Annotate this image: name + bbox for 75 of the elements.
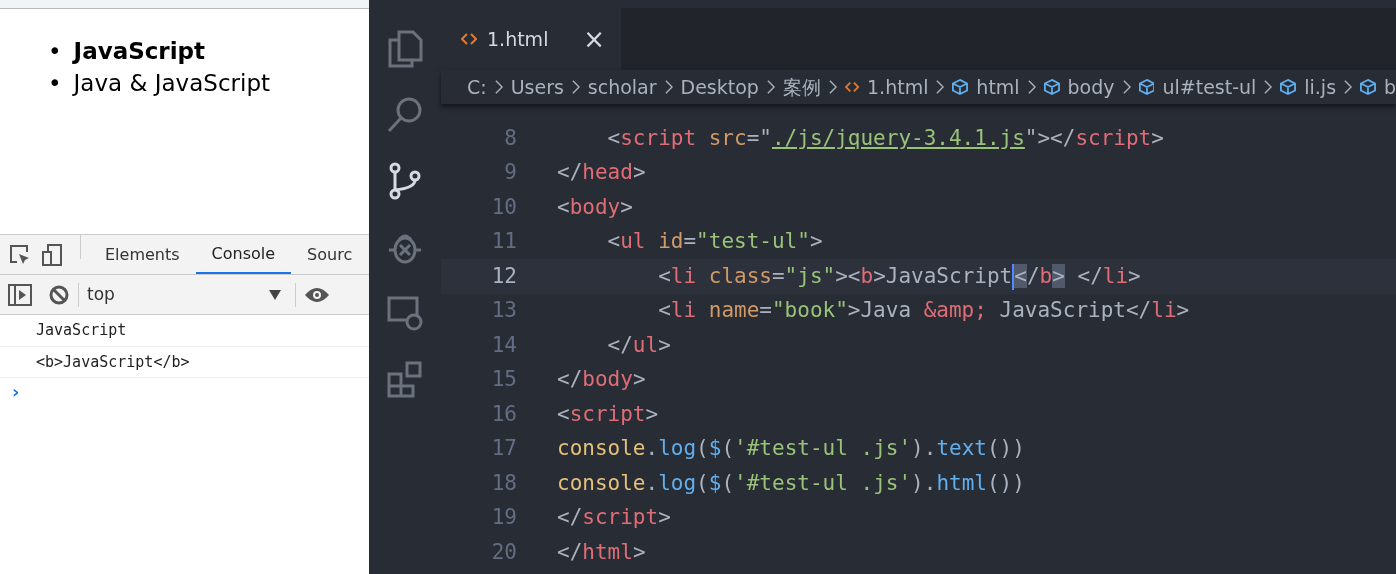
- remote-explorer-icon[interactable]: [387, 294, 423, 332]
- cube-icon: [1280, 78, 1297, 96]
- chevron-icon: [571, 79, 580, 95]
- code-line: </head>: [557, 159, 646, 186]
- line-number: 12: [490, 262, 517, 290]
- breadcrumb-item[interactable]: Desktop: [680, 72, 759, 102]
- code-line: </html>: [557, 538, 646, 566]
- eye-icon[interactable]: [304, 285, 330, 304]
- editor-tab[interactable]: 1.html ×: [441, 8, 621, 70]
- code-line: <ul id="test-ul">: [606, 228, 823, 255]
- code-file-icon: [461, 32, 477, 46]
- chevron-icon: [664, 79, 673, 95]
- chevron-icon: [494, 79, 503, 95]
- sidebar-toggle-icon[interactable]: [8, 283, 32, 306]
- code-line: <script src="./js/jquery-3.4.1.js"></script>: [606, 124, 1164, 152]
- console-prompt[interactable]: ›: [0, 378, 30, 405]
- line-number: 11: [490, 228, 517, 255]
- breadcrumb-item[interactable]: li.js: [1304, 72, 1337, 102]
- breadcrumb-item[interactable]: b: [1383, 72, 1396, 102]
- breadcrumb-item[interactable]: 案例: [782, 72, 821, 102]
- line-number: 14: [490, 331, 517, 359]
- dropdown-arrow-icon: [269, 289, 281, 300]
- code-line: console.log($('#test-ul .js').text()): [557, 435, 1025, 462]
- bullet: •: [48, 37, 62, 66]
- cube-icon: [1043, 78, 1060, 96]
- devtools-tab[interactable]: Sourc: [291, 235, 369, 274]
- code-line: </script>: [557, 504, 671, 531]
- console-output: <b>JavaScript</b>: [0, 346, 369, 378]
- devtools-tab[interactable]: Elements: [89, 235, 196, 274]
- chevron-icon: [766, 79, 775, 95]
- chevron-icon: [1264, 79, 1273, 95]
- code-line: <body>: [557, 193, 633, 221]
- line-number: 19: [490, 504, 517, 531]
- line-number: 10: [490, 193, 517, 221]
- console-output: JavaScript: [0, 315, 369, 347]
- line-number: 18: [490, 469, 517, 497]
- code-file-icon: [844, 80, 859, 94]
- search-icon[interactable]: [387, 96, 423, 134]
- files-icon[interactable]: [387, 30, 423, 68]
- line-number: 16: [490, 400, 517, 428]
- cube-icon: [1138, 78, 1155, 96]
- breadcrumb-item[interactable]: html: [976, 72, 1020, 102]
- code-line: <li name="book">Java &amp; JavaScript</li>: [657, 297, 1190, 324]
- line-number: 13: [490, 297, 517, 324]
- breadcrumb-item[interactable]: body: [1067, 72, 1115, 102]
- breadcrumb-item[interactable]: scholar: [587, 72, 657, 102]
- code-line: console.log($('#test-ul .js').html()): [557, 469, 1025, 497]
- clear-icon[interactable]: [48, 283, 70, 306]
- breadcrumb-item[interactable]: ul#test-ul: [1162, 72, 1257, 102]
- line-number: 8: [503, 124, 517, 152]
- bullet: •: [48, 69, 62, 98]
- line-number: 9: [503, 159, 517, 186]
- code-line: <li class="js"><b>JavaScript</b> </li>: [657, 262, 1141, 292]
- cube-icon: [952, 78, 969, 96]
- list-item: Java & JavaScript: [73, 69, 270, 98]
- cube-icon: [1360, 78, 1376, 96]
- line-number: 20: [490, 538, 517, 566]
- extensions-icon[interactable]: [387, 360, 423, 398]
- line-number: 15: [490, 366, 517, 393]
- chevron-icon: [1027, 79, 1036, 95]
- code-line: </ul>: [606, 331, 671, 359]
- chevron-icon: [1344, 79, 1352, 95]
- line-number: 17: [490, 435, 517, 462]
- breadcrumb-item[interactable]: Users: [510, 72, 564, 102]
- list-item: JavaScript: [73, 37, 206, 66]
- code-line: <script>: [557, 400, 659, 428]
- breadcrumb-item[interactable]: C:: [467, 72, 487, 102]
- chevron-icon: [828, 79, 837, 95]
- breadcrumb-item[interactable]: 1.html: [867, 72, 929, 102]
- chevron-icon: [936, 79, 945, 95]
- chevron-icon: [1122, 79, 1131, 95]
- close-button[interactable]: ×: [583, 19, 605, 59]
- source-control-icon[interactable]: [387, 162, 423, 200]
- device-icon[interactable]: [40, 242, 64, 267]
- code-line: </body>: [557, 366, 646, 393]
